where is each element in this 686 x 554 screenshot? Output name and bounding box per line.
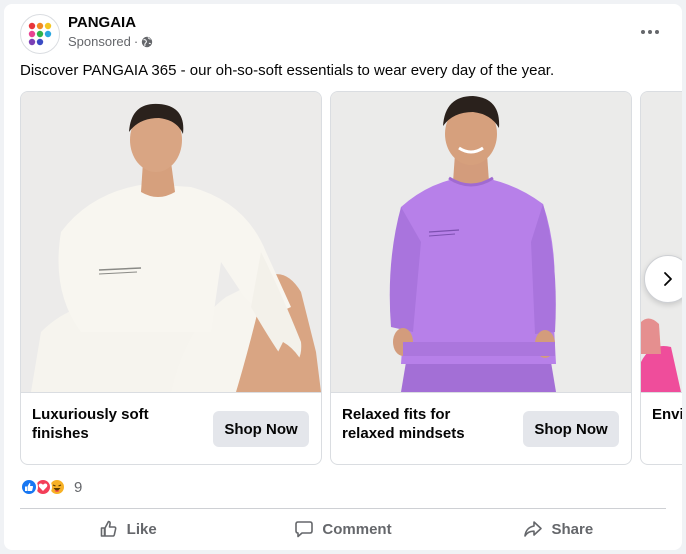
more-dot-icon [641, 30, 645, 34]
carousel-card[interactable]: Luxuriously soft finishes Shop Now [20, 91, 322, 465]
product-image-white-sweatshirt[interactable] [21, 92, 321, 392]
comment-button[interactable]: Comment [235, 512, 450, 546]
page-avatar[interactable] [20, 14, 60, 54]
card-footer: Relaxed fits for relaxed mindsets Shop N… [331, 392, 631, 464]
page-name-link[interactable]: PANGAIA [68, 14, 136, 31]
more-dot-icon [648, 30, 652, 34]
sponsored-label[interactable]: Sponsored [68, 34, 131, 49]
post-caption: Discover PANGAIA 365 - our oh-so-soft es… [20, 62, 555, 79]
share-icon [524, 521, 543, 537]
card-title[interactable]: Relaxed fits for relaxed mindsets [342, 405, 502, 443]
product-image-pink-partial[interactable] [641, 92, 682, 392]
divider [20, 508, 666, 509]
like-label: Like [126, 520, 157, 538]
like-button[interactable]: Like [20, 512, 235, 546]
product-image-lilac-sweatshirt[interactable] [331, 92, 631, 392]
card-footer: Luxuriously soft finishes Shop Now [21, 392, 321, 464]
pangaia-logo-icon [28, 22, 52, 46]
shop-now-button[interactable]: Shop Now [523, 411, 619, 447]
like-icon [20, 478, 38, 496]
card-title[interactable]: Luxuriously soft finishes [32, 405, 192, 443]
product-carousel: Luxuriously soft finishes Shop Now Relax… [20, 91, 682, 467]
reactions-summary[interactable]: 9 [20, 477, 82, 497]
carousel-card[interactable]: Relaxed fits for relaxed mindsets Shop N… [330, 91, 632, 465]
card-title[interactable]: Envi friend [652, 405, 682, 424]
more-dot-icon [655, 30, 659, 34]
thumbs-up-icon [100, 520, 117, 537]
sponsored-meta: Sponsored · [68, 34, 153, 49]
comment-label: Comment [322, 520, 392, 538]
share-label: Share [551, 520, 594, 538]
reaction-count[interactable]: 9 [74, 479, 82, 496]
shop-now-button[interactable]: Shop Now [213, 411, 309, 447]
card-footer: Envi friend [641, 392, 682, 464]
comment-icon [295, 521, 314, 538]
more-options-button[interactable] [632, 18, 668, 46]
post-actions: Like Comment Share [20, 512, 666, 546]
chevron-right-icon [664, 272, 672, 286]
share-button[interactable]: Share [451, 512, 666, 546]
meta-separator: · [133, 34, 139, 49]
globe-icon[interactable] [141, 36, 153, 48]
sponsored-post: PANGAIA Sponsored · Discover PANGAIA 365… [4, 4, 682, 550]
